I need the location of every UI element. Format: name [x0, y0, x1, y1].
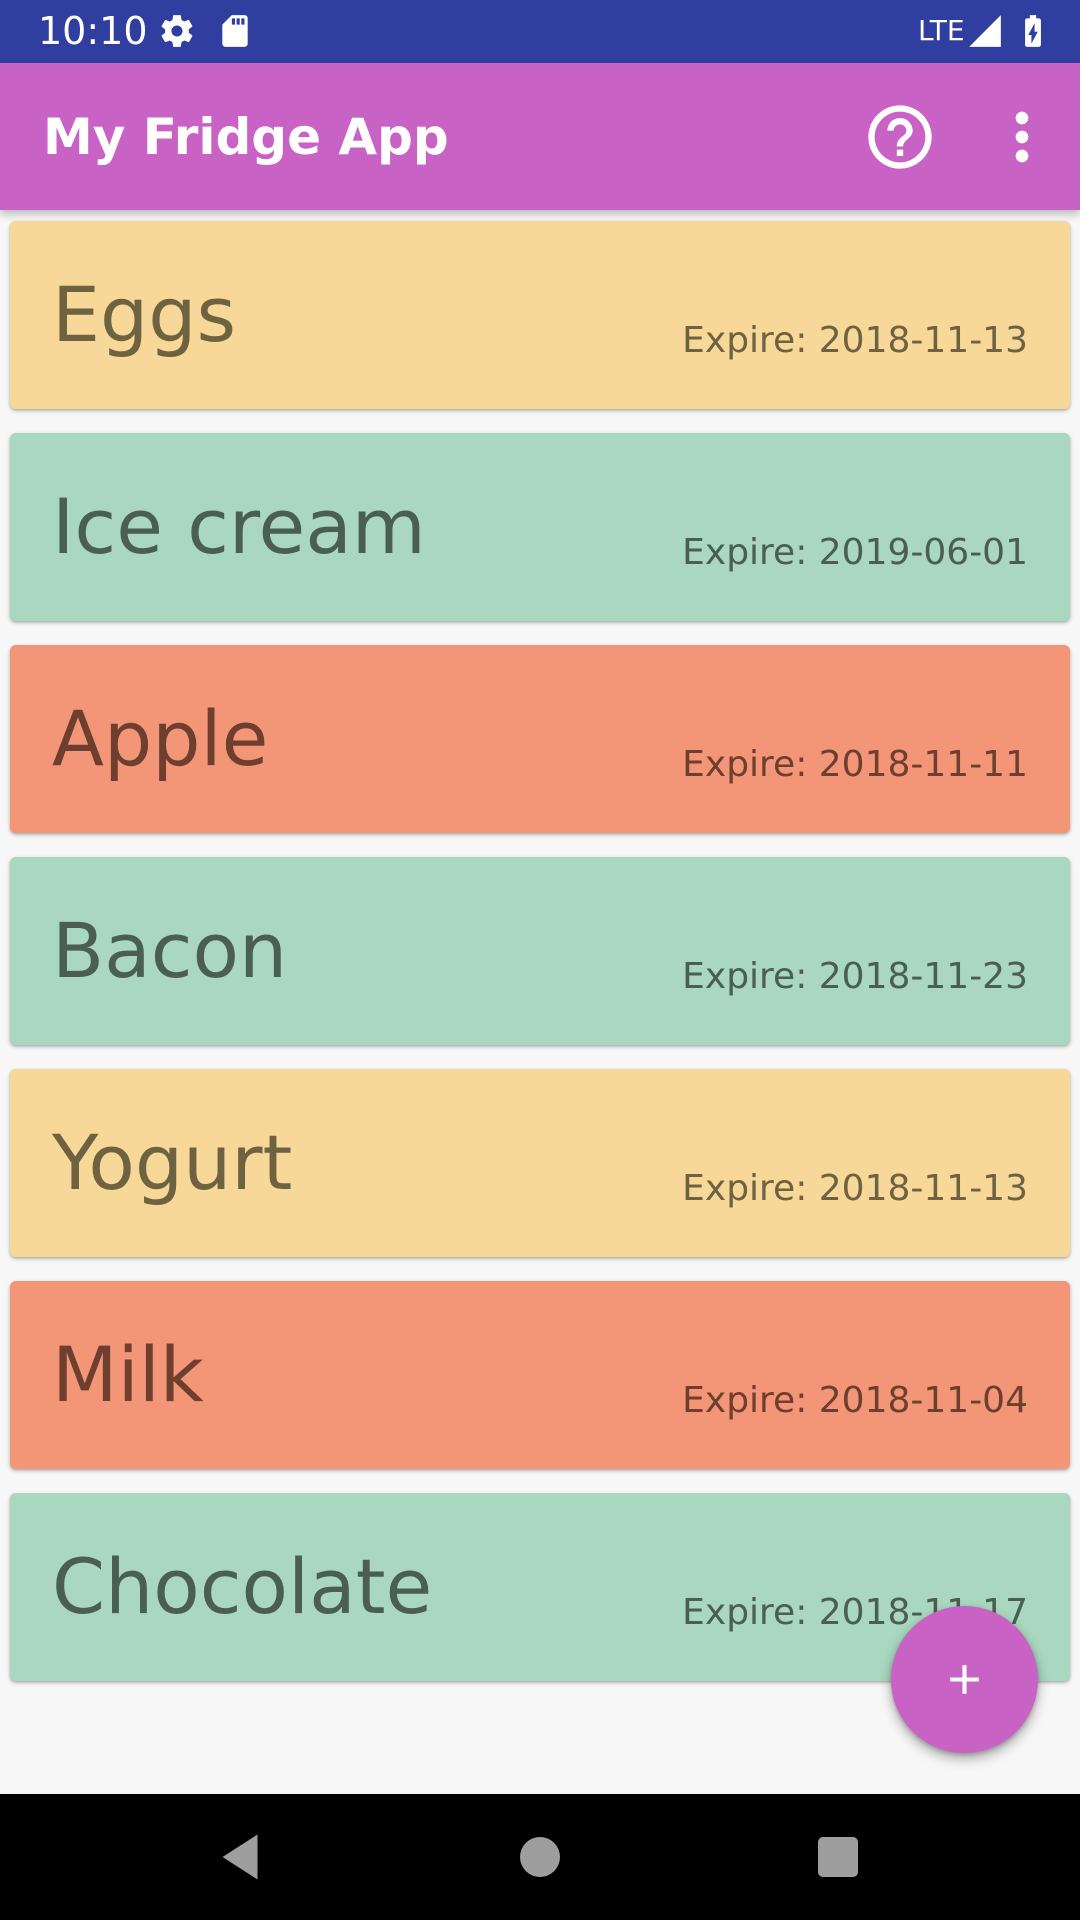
- status-time: 10:10: [38, 9, 148, 53]
- item-name: Apple: [52, 694, 269, 783]
- item-name: Bacon: [52, 906, 288, 995]
- item-expire-date: Expire: 2018-11-11: [682, 744, 1028, 785]
- add-item-button[interactable]: [891, 1606, 1038, 1753]
- sd-card-icon: [222, 15, 248, 47]
- fridge-item-card[interactable]: Apple Expire: 2018-11-11: [10, 645, 1070, 833]
- status-bar: 10:10 LTE: [0, 0, 1080, 63]
- network-type: LTE: [918, 14, 965, 47]
- item-expire-date: Expire: 2018-11-23: [682, 956, 1028, 997]
- recents-icon[interactable]: [808, 1827, 868, 1887]
- app-bar: My Fridge App: [0, 63, 1080, 210]
- fridge-item-card[interactable]: Eggs Expire: 2018-11-13: [10, 221, 1070, 409]
- signal-icon: [969, 15, 1001, 47]
- item-expire-date: Expire: 2018-11-13: [682, 320, 1028, 361]
- item-expire-date: Expire: 2018-11-13: [682, 1168, 1028, 1209]
- fridge-item-card[interactable]: Ice cream Expire: 2019-06-01: [10, 433, 1070, 621]
- item-name: Ice cream: [52, 482, 426, 571]
- more-vert-icon[interactable]: [984, 99, 1060, 175]
- item-expire-date: Expire: 2018-11-04: [682, 1380, 1028, 1421]
- add-icon: [950, 1665, 979, 1694]
- item-name: Milk: [52, 1330, 204, 1419]
- back-icon[interactable]: [210, 1827, 270, 1887]
- item-name: Yogurt: [52, 1118, 293, 1207]
- navigation-bar: [0, 1794, 1080, 1920]
- settings-icon: [161, 15, 193, 47]
- fridge-item-card[interactable]: Yogurt Expire: 2018-11-13: [10, 1069, 1070, 1257]
- help-icon[interactable]: [862, 99, 938, 175]
- item-expire-date: Expire: 2019-06-01: [682, 532, 1028, 573]
- screen: 10:10 LTE My Fridge App Eggs Expire: 201…: [0, 0, 1080, 1920]
- app-title: My Fridge App: [43, 108, 449, 166]
- home-icon[interactable]: [510, 1827, 570, 1887]
- item-name: Eggs: [52, 270, 237, 359]
- item-name: Chocolate: [52, 1542, 433, 1631]
- battery-charging-icon: [1025, 15, 1041, 47]
- fridge-item-card[interactable]: Milk Expire: 2018-11-04: [10, 1281, 1070, 1469]
- fridge-item-card[interactable]: Bacon Expire: 2018-11-23: [10, 857, 1070, 1045]
